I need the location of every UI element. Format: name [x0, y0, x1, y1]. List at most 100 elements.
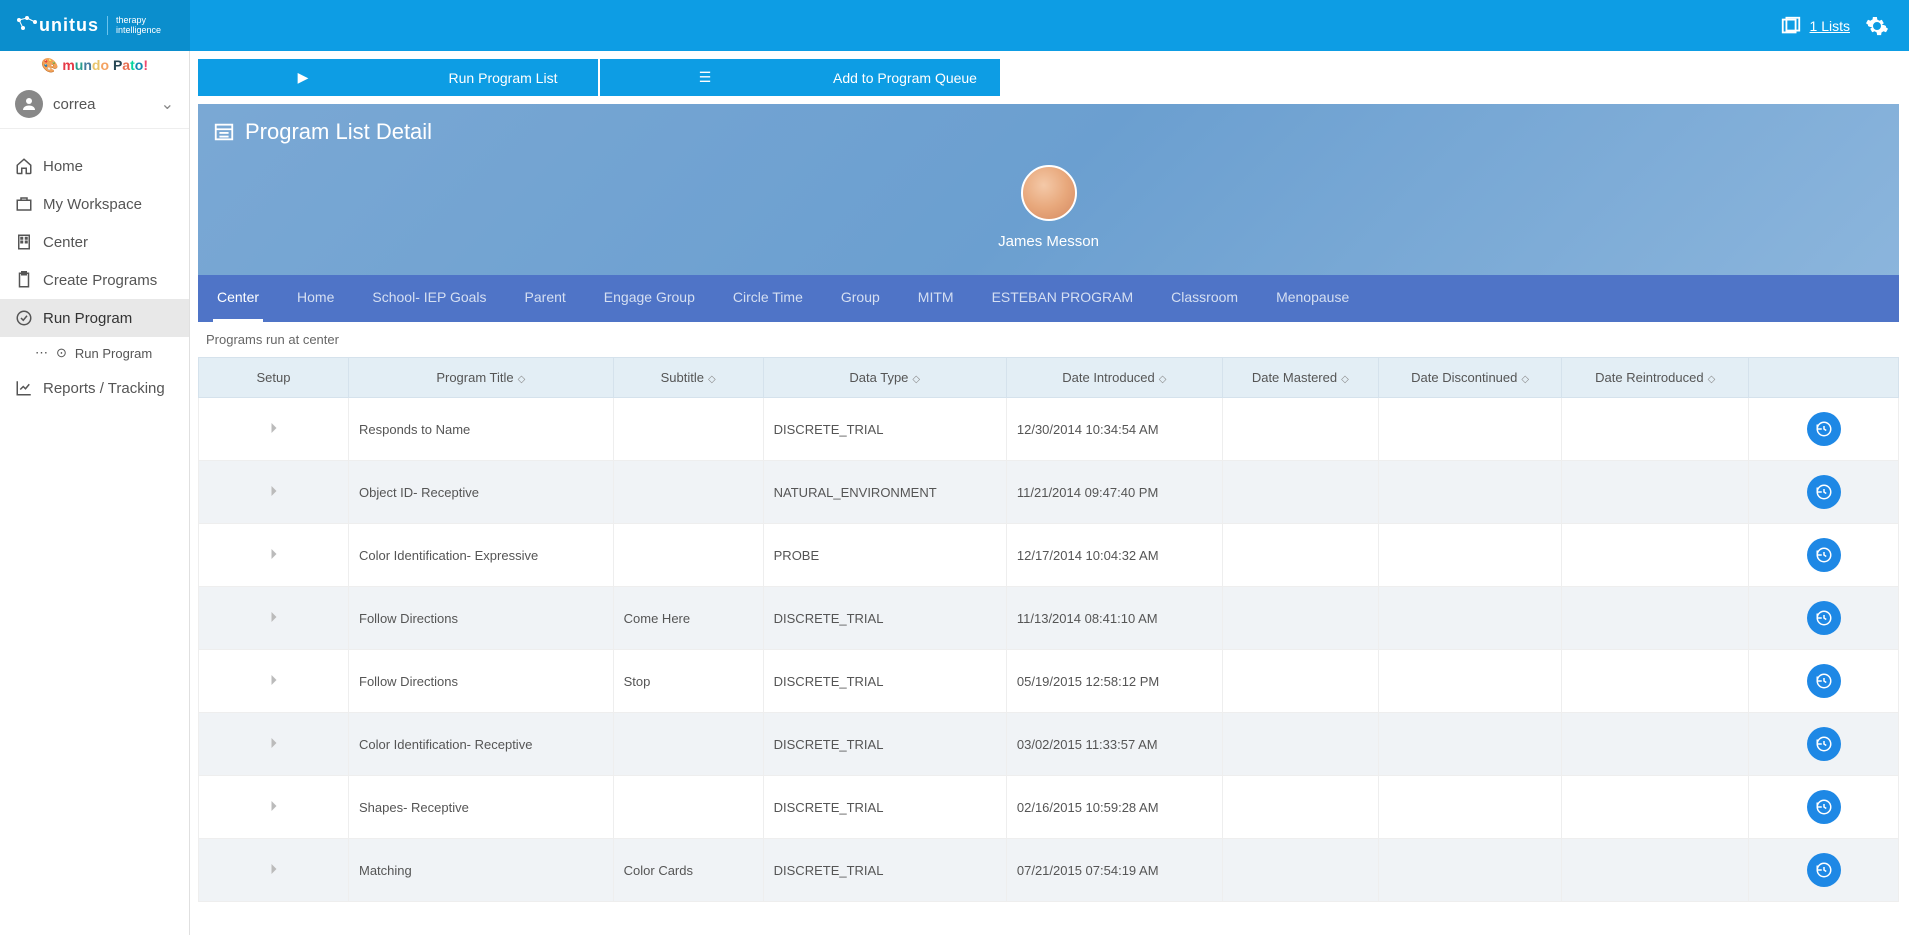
tab-circle-time[interactable]: Circle Time: [729, 275, 807, 322]
sidebar-subitem-run-program[interactable]: ⋯ ⊙ Run Program: [0, 337, 189, 369]
sort-icon: ◇: [1708, 374, 1716, 385]
list-icon: ☰: [620, 69, 790, 86]
lists-button[interactable]: 1 Lists: [1780, 15, 1850, 37]
clipboard-icon: [15, 271, 33, 289]
history-button[interactable]: [1807, 601, 1841, 635]
cell-subtitle: [613, 776, 763, 839]
cell-date-mastered: [1222, 524, 1378, 587]
cell-date-introduced: 11/21/2014 09:47:40 PM: [1006, 461, 1222, 524]
cell-data-type: DISCRETE_TRIAL: [763, 587, 1006, 650]
cell-date-discontinued: [1378, 650, 1562, 713]
column-header[interactable]: Date Discontinued◇: [1378, 358, 1562, 398]
cell-date-introduced: 07/21/2015 07:54:19 AM: [1006, 839, 1222, 902]
cell-date-reintroduced: [1562, 461, 1749, 524]
tab-group[interactable]: Group: [837, 275, 884, 322]
cell-program-title: Shapes- Receptive: [349, 776, 614, 839]
history-button[interactable]: [1807, 412, 1841, 446]
cell-data-type: DISCRETE_TRIAL: [763, 713, 1006, 776]
column-header[interactable]: Date Introduced◇: [1006, 358, 1222, 398]
panel-title: Program List Detail: [245, 119, 432, 145]
cell-date-mastered: [1222, 587, 1378, 650]
sort-icon: ◇: [1521, 374, 1529, 385]
main-content: ▶ Run Program List ☰ Add to Program Queu…: [190, 51, 1909, 935]
cell-date-discontinued: [1378, 839, 1562, 902]
cell-date-mastered: [1222, 461, 1378, 524]
expand-button[interactable]: [199, 398, 349, 461]
user-avatar-icon: [15, 90, 43, 118]
client-avatar[interactable]: [1021, 165, 1077, 221]
history-button[interactable]: [1807, 664, 1841, 698]
sidebar-item-my-workspace[interactable]: My Workspace: [0, 185, 189, 223]
column-header[interactable]: Data Type◇: [763, 358, 1006, 398]
cell-date-reintroduced: [1562, 398, 1749, 461]
sidebar-item-run-program[interactable]: Run Program: [0, 299, 189, 337]
tab-menopause[interactable]: Menopause: [1272, 275, 1353, 322]
target-icon: ⊙: [56, 345, 67, 361]
sidebar-item-reports-tracking[interactable]: Reports / Tracking: [0, 369, 189, 407]
tab-engage-group[interactable]: Engage Group: [600, 275, 699, 322]
history-icon: [1815, 798, 1833, 816]
tab-center[interactable]: Center: [213, 275, 263, 322]
sidebar-item-center[interactable]: Center: [0, 223, 189, 261]
tab-classroom[interactable]: Classroom: [1167, 275, 1242, 322]
expand-button[interactable]: [199, 524, 349, 587]
expand-button[interactable]: [199, 461, 349, 524]
tab-mitm[interactable]: MITM: [914, 275, 958, 322]
history-button[interactable]: [1807, 853, 1841, 887]
table-row: Color Identification- ExpressivePROBE12/…: [199, 524, 1899, 587]
sidebar-item-label: Create Programs: [43, 272, 157, 289]
column-header[interactable]: Date Reintroduced◇: [1562, 358, 1749, 398]
history-button[interactable]: [1807, 475, 1841, 509]
sidebar-item-label: Reports / Tracking: [43, 380, 165, 397]
cell-program-title: Follow Directions: [349, 650, 614, 713]
cell-data-type: PROBE: [763, 524, 1006, 587]
history-icon: [1815, 609, 1833, 627]
column-header[interactable]: Program Title◇: [349, 358, 614, 398]
brand-logo[interactable]: unitus therapyintelligence: [0, 0, 190, 51]
brand-name: unitus: [39, 15, 99, 36]
expand-button[interactable]: [199, 587, 349, 650]
expand-button[interactable]: [199, 713, 349, 776]
sort-icon: ◇: [1159, 374, 1167, 385]
tab-school-iep-goals[interactable]: School- IEP Goals: [368, 275, 490, 322]
expand-button[interactable]: [199, 776, 349, 839]
table-row: Object ID- ReceptiveNATURAL_ENVIRONMENT1…: [199, 461, 1899, 524]
sidebar-item-label: Center: [43, 234, 88, 251]
sidebar-item-label: My Workspace: [43, 196, 142, 213]
table-row: Responds to NameDISCRETE_TRIAL12/30/2014…: [199, 398, 1899, 461]
cell-date-discontinued: [1378, 587, 1562, 650]
tab-home[interactable]: Home: [293, 275, 338, 322]
run-program-list-button[interactable]: ▶ Run Program List: [198, 59, 598, 96]
cell-date-discontinued: [1378, 461, 1562, 524]
cell-data-type: DISCRETE_TRIAL: [763, 398, 1006, 461]
column-header[interactable]: Subtitle◇: [613, 358, 763, 398]
cell-program-title: Responds to Name: [349, 398, 614, 461]
cell-date-reintroduced: [1562, 524, 1749, 587]
tab-esteban-program[interactable]: ESTEBAN PROGRAM: [988, 275, 1138, 322]
history-icon: [1815, 672, 1833, 690]
expand-button[interactable]: [199, 839, 349, 902]
user-dropdown[interactable]: correa ⌄: [0, 80, 189, 129]
gear-icon[interactable]: [1865, 14, 1889, 38]
cell-date-reintroduced: [1562, 713, 1749, 776]
cell-subtitle: Come Here: [613, 587, 763, 650]
cell-date-mastered: [1222, 776, 1378, 839]
history-button[interactable]: [1807, 538, 1841, 572]
cell-date-introduced: 03/02/2015 11:33:57 AM: [1006, 713, 1222, 776]
history-icon: [1815, 546, 1833, 564]
sidebar-item-create-programs[interactable]: Create Programs: [0, 261, 189, 299]
history-button[interactable]: [1807, 727, 1841, 761]
cell-subtitle: Color Cards: [613, 839, 763, 902]
expand-button[interactable]: [199, 650, 349, 713]
tab-parent[interactable]: Parent: [521, 275, 570, 322]
client-name: James Messon: [998, 233, 1099, 250]
history-button[interactable]: [1807, 790, 1841, 824]
cell-date-discontinued: [1378, 713, 1562, 776]
lists-label: 1 Lists: [1810, 18, 1850, 34]
topbar: unitus therapyintelligence 1 Lists: [0, 0, 1909, 51]
list-detail-icon: [213, 121, 235, 143]
add-to-queue-button[interactable]: ☰ Add to Program Queue: [600, 59, 1000, 96]
column-header[interactable]: Date Mastered◇: [1222, 358, 1378, 398]
cell-data-type: DISCRETE_TRIAL: [763, 839, 1006, 902]
sidebar-item-home[interactable]: Home: [0, 147, 189, 185]
